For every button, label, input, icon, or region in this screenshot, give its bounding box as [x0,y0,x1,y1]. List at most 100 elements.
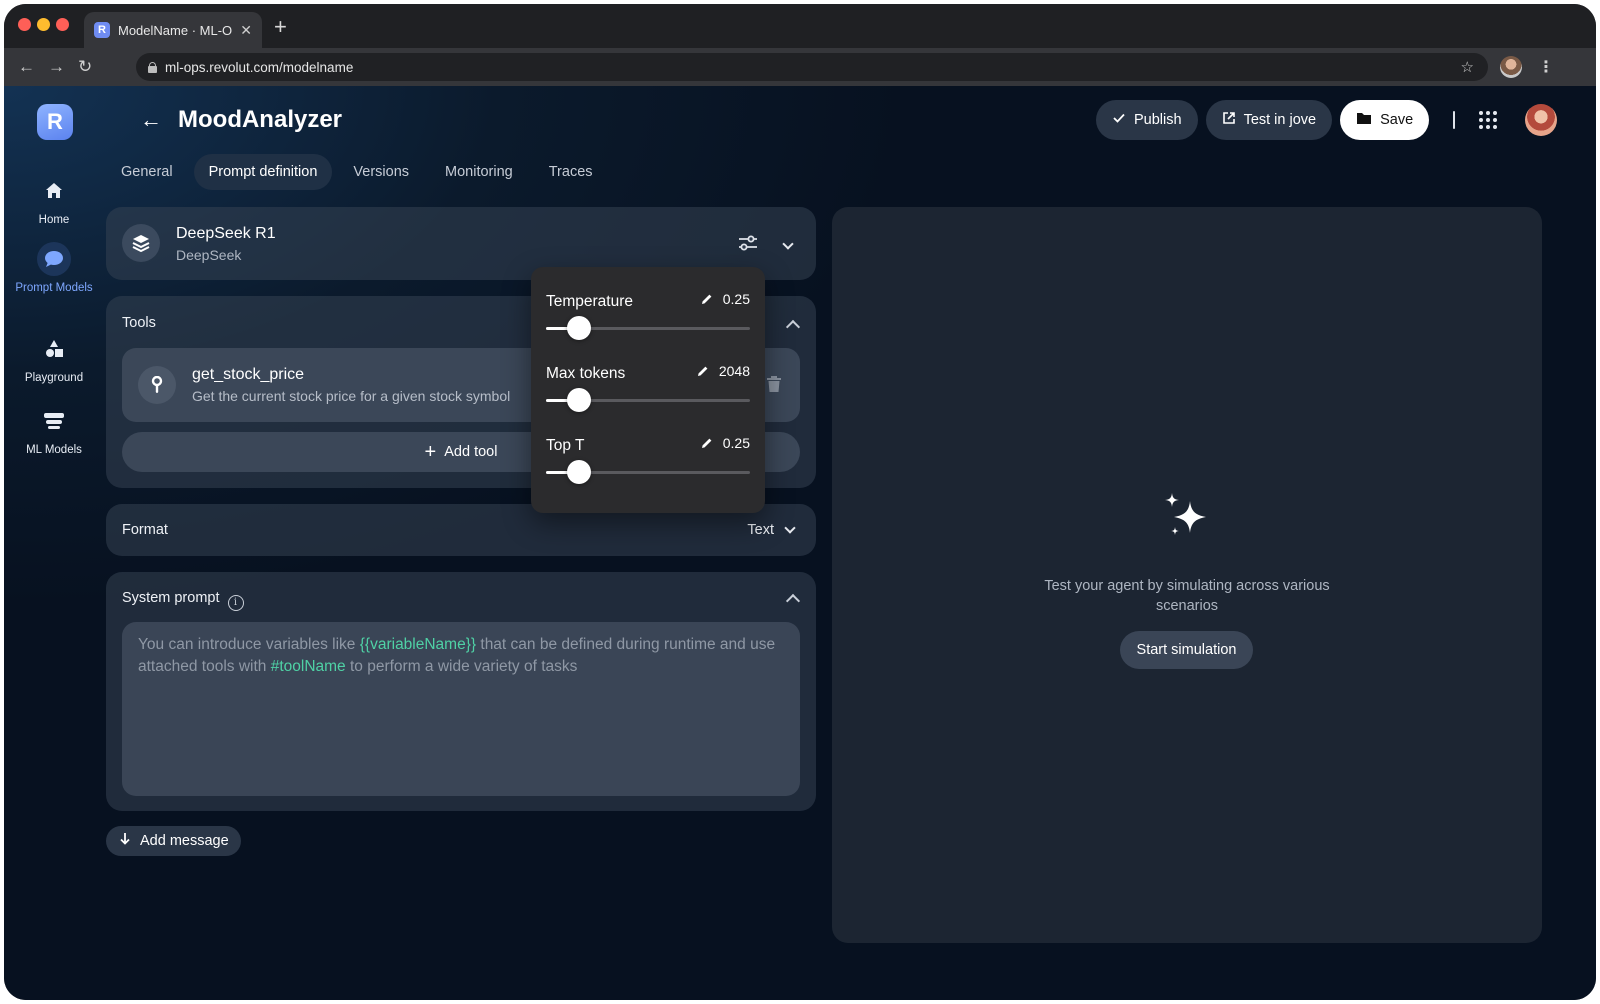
address-bar[interactable]: ml-ops.revolut.com/modelname ☆ [136,53,1488,81]
param-value-editor[interactable]: 0.25 [701,435,750,451]
chevron-down-icon[interactable] [782,235,794,253]
home-icon [37,174,71,208]
top-t-slider[interactable] [546,460,750,484]
test-in-jove-button[interactable]: Test in jove [1205,100,1333,140]
param-value-editor[interactable]: 0.25 [701,291,750,307]
add-tool-label: Add tool [444,444,498,460]
browser-tab-title: ModelName · ML-Ops [118,22,233,38]
sidebar-item-label: Playground [24,372,84,384]
add-message-label: Add message [140,833,229,849]
folder-icon [1356,111,1372,129]
slider-thumb[interactable] [566,316,591,340]
system-prompt-input[interactable]: You can introduce variables like {{varia… [122,622,800,796]
temperature-slider[interactable] [546,316,750,340]
model-provider: DeepSeek [176,247,242,263]
lock-icon [148,61,157,73]
pencil-icon [701,294,712,304]
arrow-down-icon [120,833,130,849]
wrench-icon [138,366,176,404]
page-title: MoodAnalyzer [178,106,343,133]
sidebar-item-playground[interactable]: Playground [14,332,94,385]
tab-prompt-definition[interactable]: Prompt definition [193,154,333,190]
param-value: 0.25 [722,291,750,307]
header-actions: Publish Test in jove Save [1096,100,1558,140]
tab-monitoring[interactable]: Monitoring [430,154,528,190]
tab-traces[interactable]: Traces [534,154,608,190]
param-value-editor[interactable]: 2048 [697,363,750,379]
tool-name: get_stock_price [192,366,305,383]
browser-window: R ModelName · ML-Ops ✕ + ← → ↻ ml-ops.re… [4,4,1596,1000]
shapes-icon [37,332,71,366]
sidebar-item-prompt-models[interactable]: Prompt Models [14,242,94,295]
external-link-icon [1222,111,1236,129]
add-message-button[interactable]: Add message [106,826,241,856]
new-tab-button[interactable]: + [274,16,287,38]
back-arrow-icon[interactable]: ← [140,107,162,133]
chevron-up-icon[interactable] [785,319,801,335]
pencil-icon [701,438,712,448]
param-value: 0.25 [722,435,750,451]
user-avatar[interactable] [1525,104,1558,136]
maximize-window-button[interactable] [56,18,69,31]
slider-thumb[interactable] [566,388,591,412]
minimize-window-button[interactable] [37,18,50,31]
test-in-jove-label: Test in jove [1243,112,1317,128]
back-icon[interactable]: ← [18,57,35,77]
slider-thumb[interactable] [566,460,591,484]
header-divider [1453,111,1456,129]
close-tab-icon[interactable]: ✕ [240,22,252,39]
info-icon[interactable]: i [227,594,244,611]
app-area: R Home Prompt Models Playground ML Model… [4,86,1596,1000]
system-prompt-card: System prompt i You can introduce variabl… [106,572,816,811]
close-window-button[interactable] [18,18,31,31]
tools-title: Tools [122,315,156,331]
url-text: ml-ops.revolut.com/modelname [165,59,354,75]
param-label: Temperature [546,293,634,310]
system-prompt-title: System prompt i [122,590,244,611]
apps-grid-icon[interactable] [1479,111,1498,129]
param-label: Top T [546,437,585,454]
page-header: ← MoodAnalyzer [140,106,342,134]
sidebar-item-home[interactable]: Home [14,174,94,227]
system-prompt-label: System prompt [122,590,220,606]
model-name: DeepSeek R1 [176,225,276,242]
simulation-panel: Test your agent by simulating across var… [832,207,1542,943]
sidebar-item-label: ML Models [26,444,82,456]
tab-general[interactable]: General [106,154,188,190]
model-parameters-popover: Temperature 0.25 Max tokens 2048 Top T 0… [531,267,765,513]
page-tabs: General Prompt definition Versions Monit… [106,154,608,190]
browser-profile-avatar[interactable] [1500,56,1522,78]
max-tokens-slider[interactable] [546,388,750,412]
browser-menu-icon[interactable]: ⋮ [1538,57,1554,77]
plus-icon: + [424,441,437,463]
format-value: Text [747,522,774,538]
simulation-text: Test your agent by simulating across var… [1044,578,1330,614]
reload-icon[interactable]: ↻ [78,57,92,77]
tab-versions[interactable]: Versions [338,154,424,190]
param-value: 2048 [718,363,750,379]
prompt-placeholder-text: to perform a wide variety of tasks [345,658,578,675]
prompt-placeholder-text: You can introduce variables like [138,636,360,653]
trash-icon[interactable] [766,375,782,398]
favicon-icon: R [94,22,110,38]
publish-button[interactable]: Publish [1096,100,1198,140]
tool-example: #toolName [270,658,346,675]
variable-example: {{variableName}} [359,636,477,653]
save-button[interactable]: Save [1340,100,1430,140]
browser-tabbar: R ModelName · ML-Ops ✕ + [4,4,1596,48]
chevron-up-icon[interactable] [785,593,801,609]
param-label: Max tokens [546,365,626,382]
sidebar-item-ml-models[interactable]: ML Models [14,404,94,457]
format-select[interactable]: Text [747,522,796,538]
browser-tab[interactable]: R ModelName · ML-Ops ✕ [84,12,262,48]
bookmark-star-icon[interactable]: ☆ [1461,58,1474,76]
sliders-icon[interactable] [738,235,758,256]
sparkle-icon [1162,493,1210,544]
forward-icon[interactable]: → [48,57,65,77]
browser-toolbar: ← → ↻ ml-ops.revolut.com/modelname ☆ ⋮ [4,48,1596,86]
app-logo[interactable]: R [37,104,73,140]
tool-description: Get the current stock price for a given … [192,388,511,404]
start-simulation-button[interactable]: Start simulation [1120,631,1253,669]
format-title: Format [122,522,168,538]
check-icon [1112,111,1126,129]
